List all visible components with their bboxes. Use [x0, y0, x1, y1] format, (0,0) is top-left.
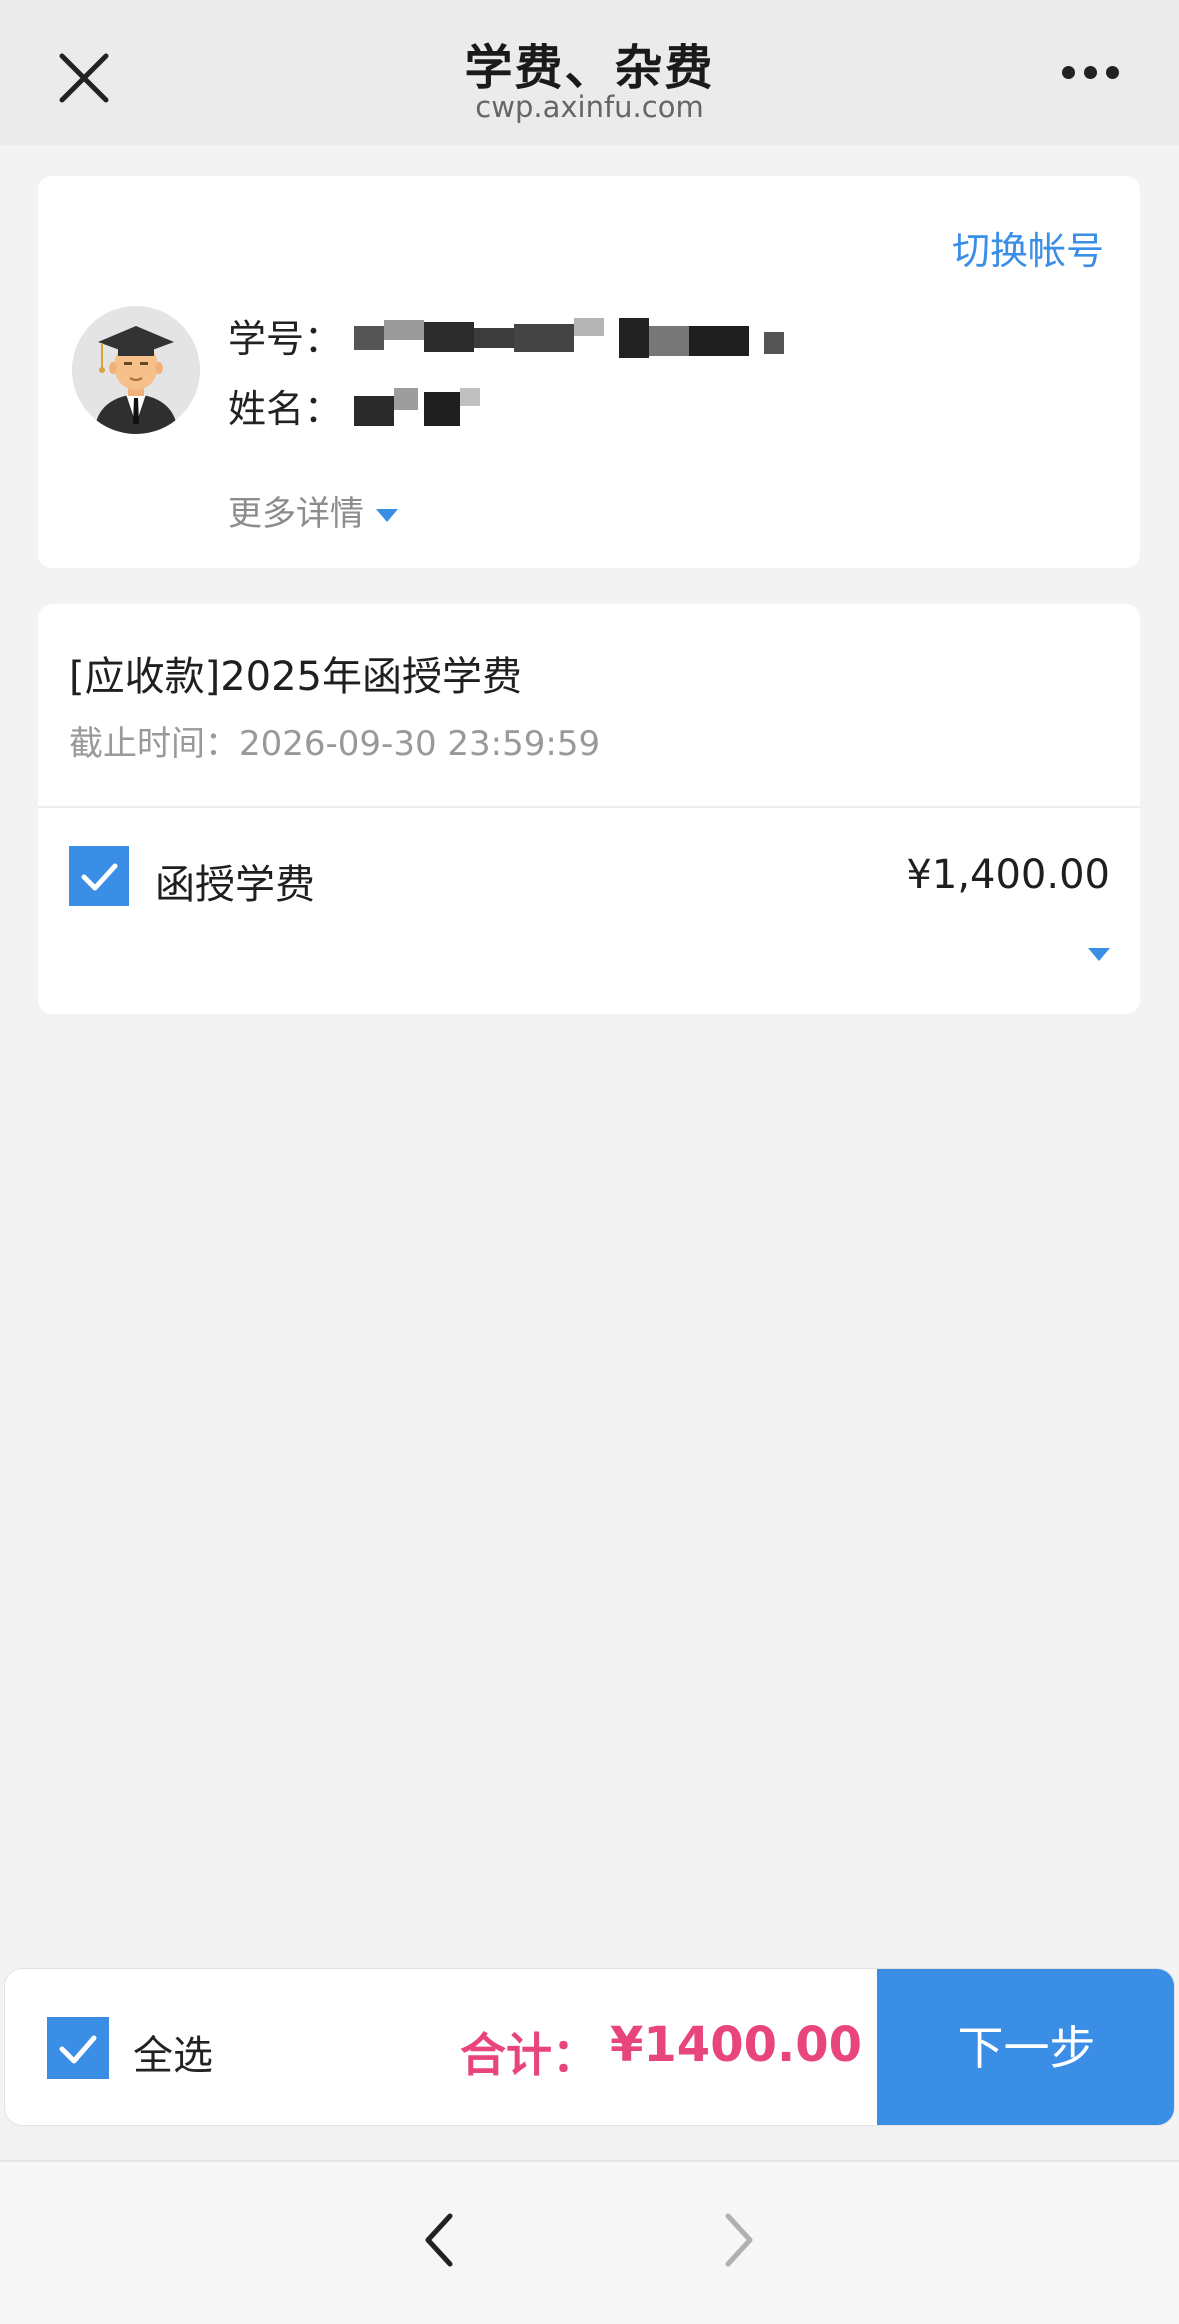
bill-deadline: 截止时间：2026-09-30 23:59:59	[69, 724, 601, 764]
page-domain: cwp.axinfu.com	[475, 90, 704, 124]
select-all-checkbox[interactable]	[47, 2017, 109, 2079]
account-card: 切换帐号 学号： 姓名： 更多详情	[38, 176, 1140, 568]
switch-account-link[interactable]: 切换帐号	[952, 220, 1104, 275]
page: 学费、杂费 cwp.axinfu.com 切换帐号 学号： 姓名： 更多详情 […	[0, 0, 1179, 2324]
student-name-redacted	[354, 384, 514, 428]
student-id-row: 学号：	[228, 308, 814, 363]
student-id-label: 学号：	[228, 317, 343, 361]
navigation-bar: 学费、杂费 cwp.axinfu.com	[0, 0, 1179, 145]
bill-title: [应收款]2025年函授学费	[69, 654, 523, 700]
graduate-avatar-icon	[72, 306, 200, 434]
student-name-row: 姓名：	[228, 378, 514, 433]
total-amount: ¥1400.00	[610, 2017, 863, 2073]
student-id-redacted	[354, 314, 814, 358]
bill-card: [应收款]2025年函授学费 截止时间：2026-09-30 23:59:59 …	[38, 604, 1140, 1014]
more-dots-icon[interactable]	[1062, 64, 1132, 90]
student-name-label: 姓名：	[228, 387, 343, 431]
fee-item-checkbox[interactable]	[69, 846, 129, 906]
fee-item-name: 函授学费	[155, 862, 315, 908]
back-arrow-icon[interactable]	[420, 2210, 456, 2270]
browser-toolbar	[0, 2160, 1179, 2324]
triangle-down-icon[interactable]	[1088, 948, 1110, 961]
total-label: 合计：	[460, 2028, 598, 2082]
select-all-label: 全选	[133, 2033, 213, 2079]
fee-item-amount: ¥1,400.00	[906, 852, 1110, 898]
more-details-toggle[interactable]: 更多详情	[228, 486, 398, 535]
more-details-label: 更多详情	[228, 494, 364, 534]
divider	[38, 806, 1140, 808]
forward-arrow-icon[interactable]	[722, 2210, 758, 2270]
next-step-button[interactable]: 下一步	[877, 1969, 1174, 2125]
triangle-down-icon	[376, 509, 398, 522]
checkout-bar: 全选 合计： ¥1400.00 下一步	[4, 1968, 1175, 2126]
page-title: 学费、杂费	[464, 40, 715, 96]
